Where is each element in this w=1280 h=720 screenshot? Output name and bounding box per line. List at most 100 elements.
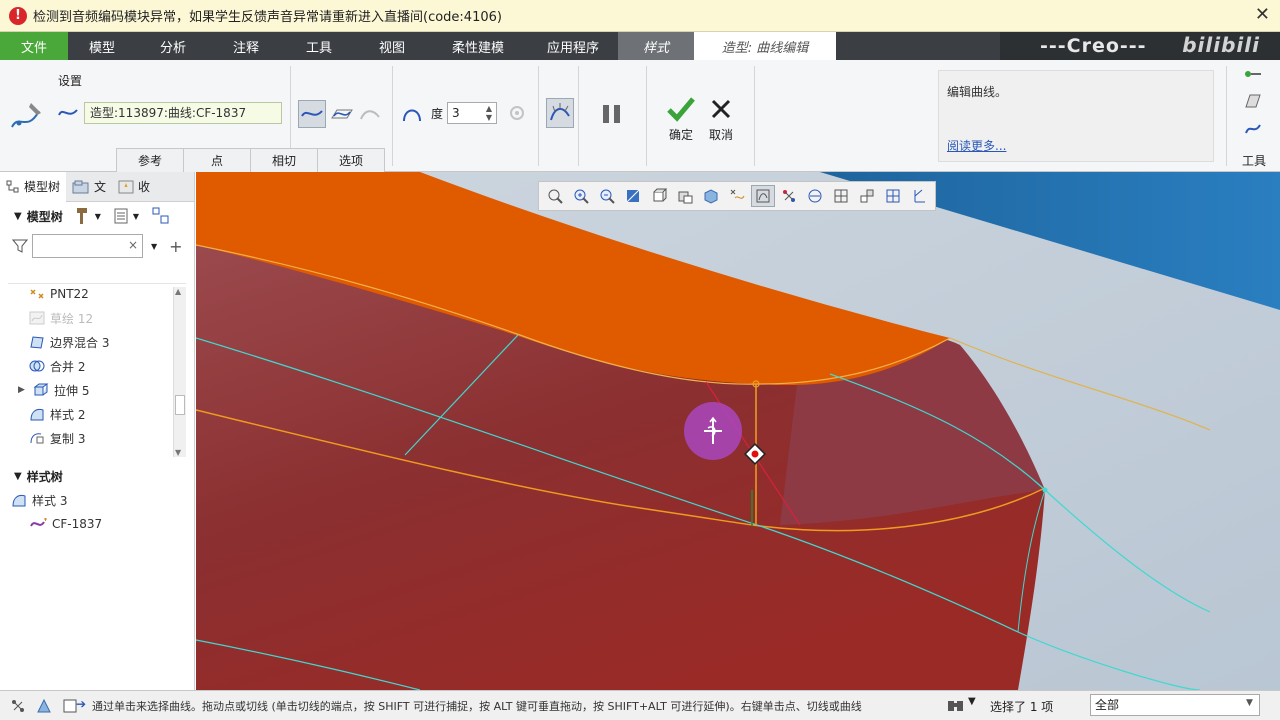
tab-model[interactable]: 模型 xyxy=(68,32,136,60)
csys-display-icon[interactable] xyxy=(907,185,931,207)
scroll-thumb[interactable] xyxy=(175,395,185,415)
tool-analysis-icon[interactable] xyxy=(1242,120,1264,138)
tree-item-boundary-blend[interactable]: 边界混合 3 xyxy=(0,330,172,354)
tree-item-style-2[interactable]: 样式 2 xyxy=(0,402,172,426)
graph-icon[interactable] xyxy=(10,698,26,714)
subtab-points[interactable]: 点 xyxy=(183,148,251,172)
close-icon[interactable]: ✕ xyxy=(1255,4,1270,25)
reference-field[interactable]: 造型:113897:曲线:CF-1837 xyxy=(84,102,282,124)
expand-icon[interactable]: ▶ xyxy=(18,385,32,395)
subtab-references[interactable]: 参考 xyxy=(116,148,184,172)
hammer-icon[interactable] xyxy=(74,207,90,225)
repaint-icon[interactable] xyxy=(621,185,645,207)
style-tree-curve[interactable]: CF-1837 xyxy=(30,512,102,536)
plane-display-icon[interactable] xyxy=(829,185,853,207)
filter-dropdown-icon[interactable]: ▼ xyxy=(1246,698,1253,708)
dropdown-icon[interactable]: ▼ xyxy=(151,242,157,251)
freeform-curve-icon[interactable] xyxy=(298,100,326,128)
tree-item-extrude[interactable]: ▶ 拉伸 5 xyxy=(0,378,172,402)
datum-point-icon xyxy=(28,286,46,302)
subtab-tangency[interactable]: 相切 xyxy=(250,148,318,172)
scroll-up-icon[interactable]: ▲ xyxy=(175,287,181,296)
tree-item-merge[interactable]: 合并 2 xyxy=(0,354,172,378)
filter-icon[interactable] xyxy=(12,238,28,254)
tab-favorites[interactable]: 收 xyxy=(112,172,156,202)
tab-tools[interactable]: 工具 xyxy=(282,32,356,60)
find-icon[interactable] xyxy=(946,697,966,713)
cancel-x-icon[interactable] xyxy=(706,94,736,124)
tree-item-pnt22[interactable]: PNT22 xyxy=(0,282,172,306)
tools-label[interactable]: 工具 xyxy=(1242,152,1266,169)
merge-icon xyxy=(28,358,46,374)
saved-views-icon[interactable] xyxy=(673,185,697,207)
dropdown-icon[interactable]: ▼ xyxy=(95,212,101,221)
curve-edit-icon[interactable] xyxy=(8,98,44,134)
curvature-icon[interactable] xyxy=(546,98,574,128)
collapse-icon: ▼ xyxy=(14,210,22,222)
style-tree-title: 样式树 xyxy=(26,469,63,484)
tree-item-label: PNT22 xyxy=(50,287,89,301)
degree-spinner[interactable]: ▲ ▼ xyxy=(482,102,496,124)
tab-curve-edit[interactable]: 造型: 曲线编辑 xyxy=(694,32,836,60)
scroll-down-icon[interactable]: ▼ xyxy=(175,448,181,457)
tab-model-tree-label: 模型树 xyxy=(24,180,61,194)
tree-item-label: 复制 3 xyxy=(50,431,86,446)
tree-scrollbar[interactable]: ▲ ▼ xyxy=(173,287,186,457)
divider xyxy=(754,66,755,166)
refit-icon[interactable] xyxy=(543,185,567,207)
tab-view[interactable]: 视图 xyxy=(356,32,428,60)
pause-icon[interactable] xyxy=(598,100,626,128)
tree-settings-icon[interactable] xyxy=(152,207,170,225)
curvature-display-icon[interactable] xyxy=(751,185,775,207)
tool-link-icon[interactable] xyxy=(1242,66,1264,82)
tab-analysis[interactable]: 分析 xyxy=(136,32,210,60)
brand-label: ---Creo--- bilibili xyxy=(1000,32,1280,60)
style-tree-root[interactable]: 样式 3 xyxy=(10,488,67,512)
tab-folder[interactable]: 文 xyxy=(66,172,112,202)
view-manager-icon[interactable] xyxy=(699,185,723,207)
tab-applications[interactable]: 应用程序 xyxy=(528,32,618,60)
style-icon xyxy=(10,492,28,508)
tab-model-tree[interactable]: 模型树 xyxy=(0,171,67,202)
watermark-logo: bilibili xyxy=(1182,33,1260,57)
checkmark-icon[interactable] xyxy=(666,94,696,124)
navigator-icon[interactable] xyxy=(36,698,52,714)
add-icon[interactable]: + xyxy=(169,237,182,256)
selection-filter[interactable]: 全部 xyxy=(1090,694,1260,716)
help-box: 编辑曲线。 阅读更多... xyxy=(938,70,1214,162)
dropdown-icon[interactable]: ▼ xyxy=(968,696,976,707)
planar-curve-icon[interactable] xyxy=(328,100,356,128)
style-tree-header[interactable]: ▼ 样式树 xyxy=(0,462,63,490)
zoom-out-icon[interactable] xyxy=(595,185,619,207)
point-display-icon[interactable] xyxy=(881,185,905,207)
read-more-link[interactable]: 阅读更多... xyxy=(947,137,1006,154)
model-tree-header[interactable]: ▼ 模型树 ▼ ▼ xyxy=(0,202,194,230)
ok-button[interactable]: 确定 xyxy=(669,126,693,143)
datum-display-icon[interactable] xyxy=(725,185,749,207)
tab-annotate[interactable]: 注释 xyxy=(210,32,282,60)
tool-surface-icon[interactable] xyxy=(1242,92,1264,110)
axis-display-icon[interactable] xyxy=(855,185,879,207)
subtab-options[interactable]: 选项 xyxy=(317,148,385,172)
tab-file[interactable]: 文件 xyxy=(0,32,68,60)
degree-label: 度 xyxy=(431,107,444,121)
display-style-icon[interactable] xyxy=(647,185,671,207)
tree-list: PNT22 草绘 12 边界混合 3 合并 2 ▶ 拉伸 5 样式 2 复制 3 xyxy=(0,282,172,456)
sketch-icon xyxy=(28,310,46,326)
tab-folder-label: 文 xyxy=(94,180,107,194)
zoom-in-icon[interactable] xyxy=(569,185,593,207)
clear-icon[interactable]: × xyxy=(128,238,138,252)
cancel-button[interactable]: 取消 xyxy=(709,126,733,143)
settings-gear-icon xyxy=(504,100,530,126)
tab-flexible-modeling[interactable]: 柔性建模 xyxy=(428,32,528,60)
annotation-display-icon[interactable] xyxy=(803,185,827,207)
spin-center-icon[interactable] xyxy=(777,185,801,207)
filter-input[interactable]: × xyxy=(32,234,143,258)
dropdown-icon[interactable]: ▼ xyxy=(133,212,139,221)
tree-item-copy[interactable]: 复制 3 xyxy=(0,426,172,450)
tab-style[interactable]: 样式 xyxy=(618,32,694,60)
list-icon[interactable] xyxy=(114,208,128,224)
tree-item-sketch[interactable]: 草绘 12 xyxy=(0,306,172,330)
arrow-right-icon: ➔ xyxy=(76,697,87,711)
divider xyxy=(538,66,539,166)
